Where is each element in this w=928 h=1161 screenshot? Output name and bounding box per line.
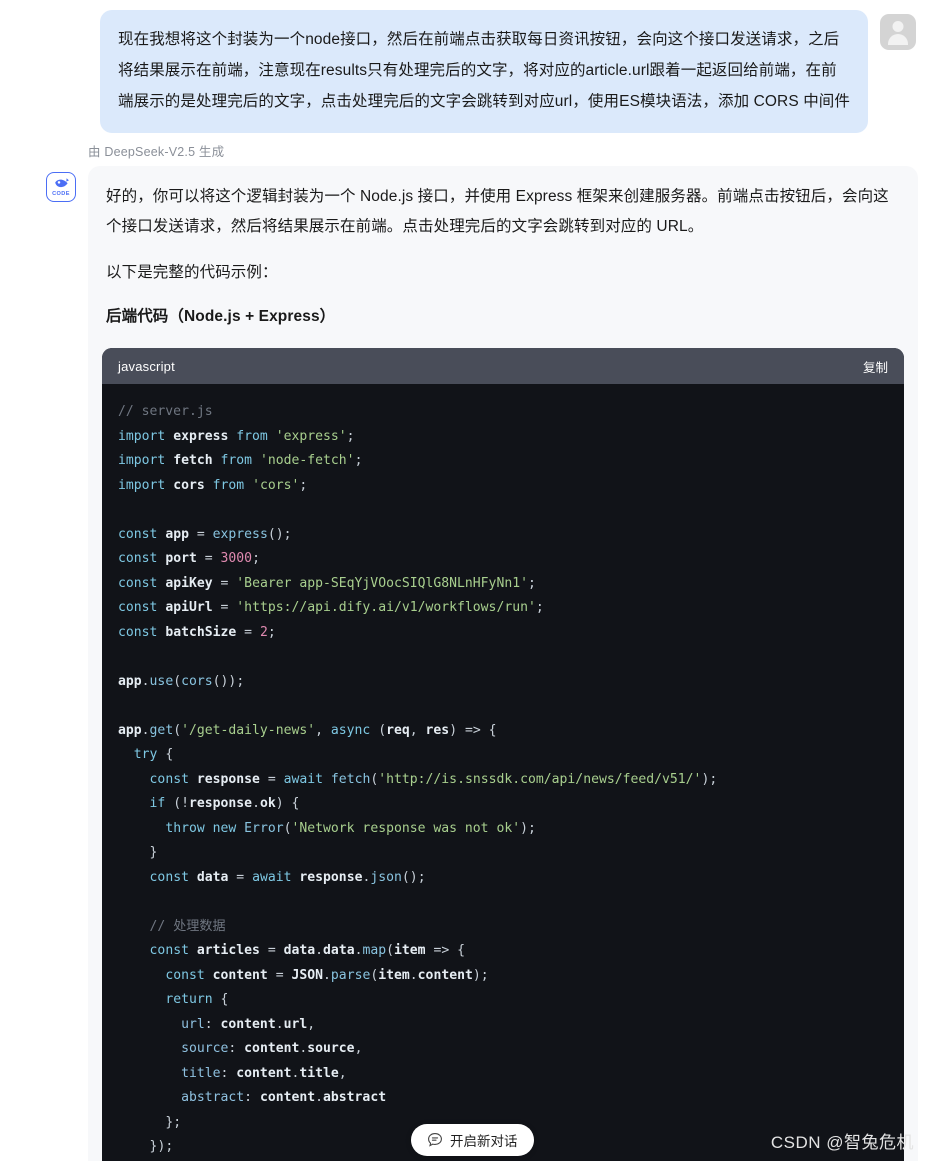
code-line: const articles = data.data.map(item => { bbox=[149, 943, 466, 958]
code-line: throw new Error('Network response was no… bbox=[165, 820, 536, 836]
user-message-bubble: 现在我想将这个封装为一个node接口，然后在前端点击获取每日资讯按钮，会向这个接… bbox=[100, 10, 868, 133]
code-line: abstract: content.abstract bbox=[181, 1090, 387, 1105]
code-line: const apiKey = 'Bearer app-SEqYjVOocSIQl… bbox=[118, 575, 536, 591]
assistant-message-bubble: 好的，你可以将这个逻辑封装为一个 Node.js 接口，并使用 Express … bbox=[88, 166, 918, 1161]
code-line: return { bbox=[165, 992, 229, 1007]
code-line: const batchSize = 2; bbox=[118, 624, 276, 640]
code-line: const port = 3000; bbox=[118, 551, 260, 566]
code-line: const data = await response.json(); bbox=[149, 869, 426, 885]
code-line: app.use(cors()); bbox=[118, 673, 245, 689]
code-block-header: javascript 复制 bbox=[102, 348, 904, 384]
new-chat-button-label: 开启新对话 bbox=[450, 1134, 518, 1149]
code-line: import cors from 'cors'; bbox=[118, 477, 308, 493]
code-block: javascript 复制 // server.js import express… bbox=[102, 348, 904, 1161]
code-language-label: javascript bbox=[118, 358, 175, 374]
code-line: import express from 'express'; bbox=[118, 428, 355, 444]
model-credit-label: 由 DeepSeek-V2.5 生成 bbox=[88, 145, 225, 159]
code-line: // server.js bbox=[118, 404, 213, 419]
code-line: url: content.url, bbox=[181, 1016, 316, 1032]
deepseek-code-icon: CODE bbox=[46, 172, 76, 202]
assistant-section-heading-backend: 后端代码（Node.js + Express） bbox=[106, 308, 336, 325]
chat-page: 现在我想将这个封装为一个node接口，然后在前端点击获取每日资讯按钮，会向这个接… bbox=[0, 0, 928, 1161]
assistant-paragraph-example-lead: 以下是完整的代码示例： bbox=[106, 264, 278, 281]
code-line: const apiUrl = 'https://api.dify.ai/v1/w… bbox=[118, 600, 544, 615]
assistant-paragraph-intro: 好的，你可以将这个逻辑封装为一个 Node.js 接口，并使用 Express … bbox=[106, 188, 889, 235]
user-avatar-icon bbox=[880, 14, 916, 50]
code-line: } bbox=[149, 845, 158, 860]
user-message-row: 现在我想将这个封装为一个node接口，然后在前端点击获取每日资讯按钮，会向这个接… bbox=[0, 0, 928, 133]
code-line: const content = JSON.parse(item.content)… bbox=[165, 967, 489, 983]
code-line: title: content.title, bbox=[181, 1065, 347, 1081]
code-line: if (!response.ok) { bbox=[149, 796, 300, 811]
assistant-message-row: CODE 好的，你可以将这个逻辑封装为一个 Node.js 接口，并使用 Exp… bbox=[0, 166, 928, 1161]
code-content: // server.js import express from 'express… bbox=[102, 384, 904, 1161]
new-chat-bubble-icon bbox=[428, 1133, 442, 1147]
copy-code-button[interactable]: 复制 bbox=[863, 357, 888, 376]
code-line: // 处理数据 bbox=[149, 918, 226, 934]
code-line: const response = await fetch('http://is.… bbox=[149, 771, 718, 787]
code-line: import fetch from 'node-fetch'; bbox=[118, 453, 363, 468]
code-line: try { bbox=[133, 747, 174, 762]
deepseek-code-word: CODE bbox=[52, 190, 70, 197]
code-line: const app = express(); bbox=[118, 526, 292, 542]
new-chat-button[interactable]: 开启新对话 bbox=[411, 1124, 534, 1156]
code-line: source: content.source, bbox=[181, 1041, 363, 1056]
code-line: app.get('/get-daily-news', async (req, r… bbox=[118, 722, 497, 738]
